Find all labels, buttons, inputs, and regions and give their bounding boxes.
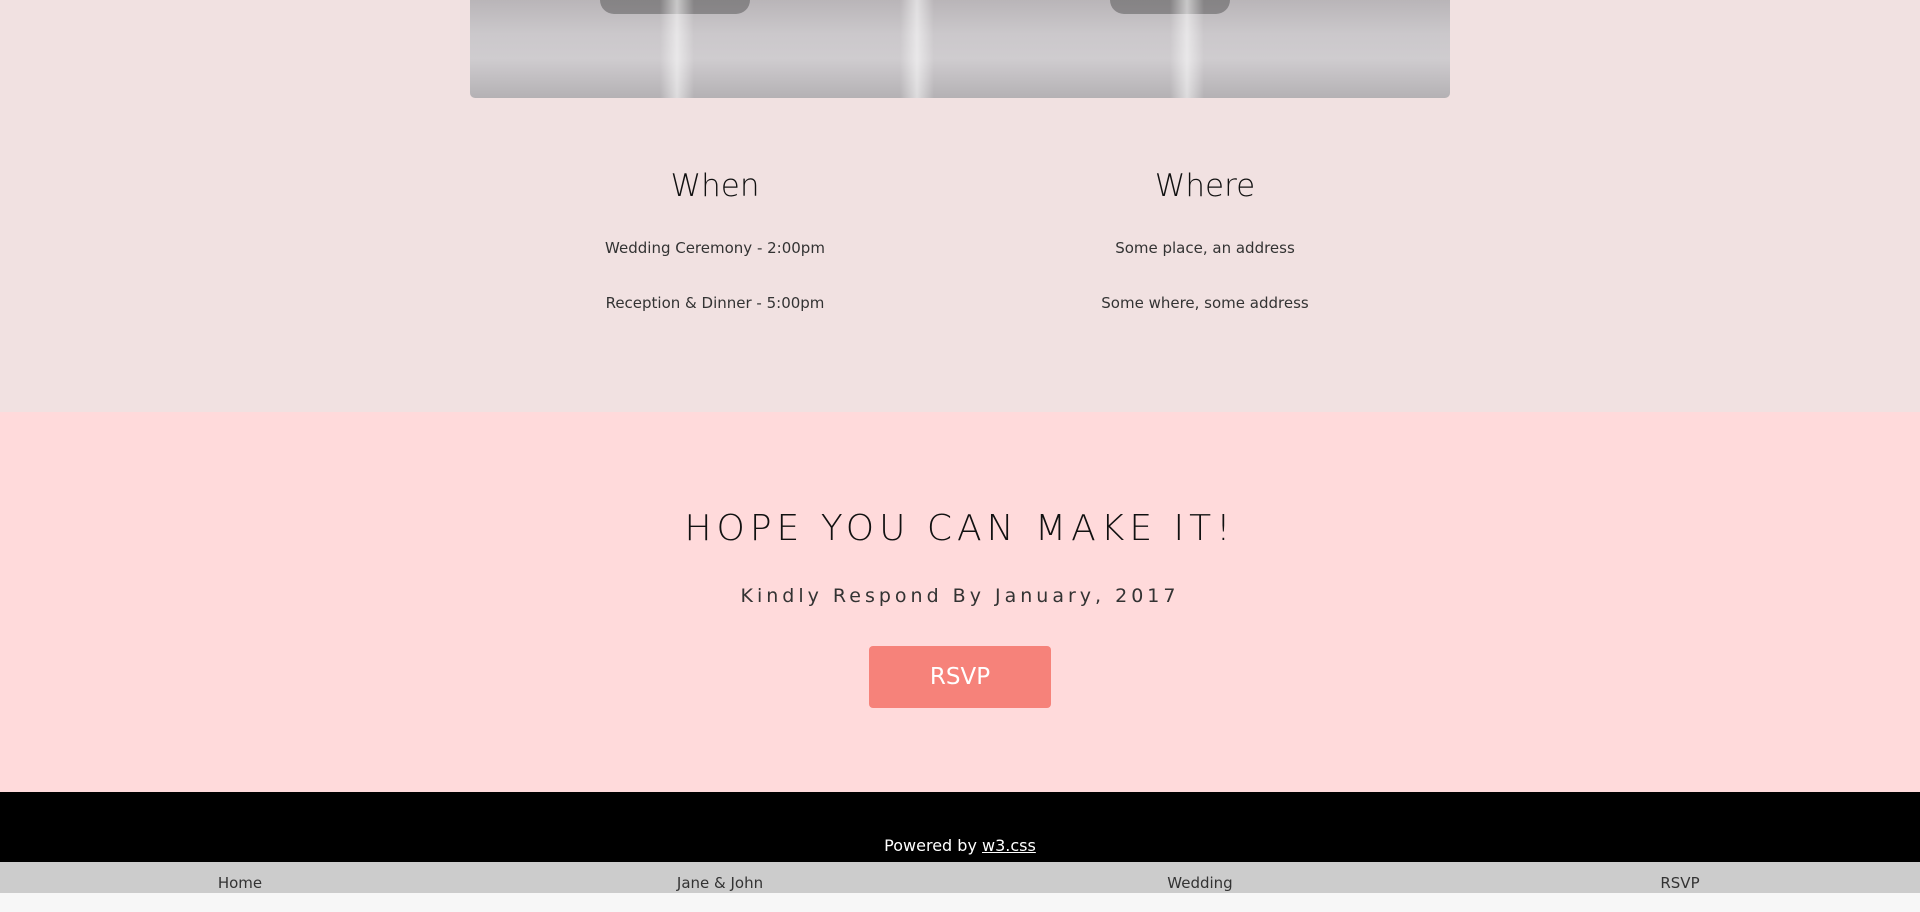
rsvp-section: HOPE YOU CAN MAKE IT! Kindly Respond By … (0, 412, 1920, 792)
ceremony-time: Wedding Ceremony - 2:00pm (605, 239, 825, 257)
ceremony-address: Some place, an address (1115, 239, 1295, 257)
rsvp-heading: HOPE YOU CAN MAKE IT! (684, 508, 1236, 549)
footer: Powered by w3.css (0, 792, 1920, 862)
powered-by-label: Powered by (884, 836, 977, 855)
w3css-link[interactable]: w3.css (982, 836, 1036, 855)
details-section: When Wedding Ceremony - 2:00pm Reception… (0, 0, 1920, 412)
wedding-hero-image (470, 0, 1450, 98)
nav-home[interactable]: Home (0, 862, 480, 893)
where-column: Where Some place, an address Some where,… (960, 160, 1450, 313)
floor-reflection (660, 0, 694, 98)
powered-by: Powered by w3.css (0, 836, 1920, 855)
nav-wedding[interactable]: Wedding (960, 862, 1440, 893)
page-bottom-strip (0, 893, 1920, 912)
when-heading: When (670, 168, 760, 204)
reception-time: Reception & Dinner - 5:00pm (605, 294, 825, 312)
reception-address: Some where, some address (1101, 294, 1309, 312)
when-column: When Wedding Ceremony - 2:00pm Reception… (470, 160, 960, 313)
rsvp-button[interactable]: RSVP (869, 646, 1051, 708)
floor-reflection (1170, 0, 1204, 98)
floor-reflection (900, 0, 934, 98)
bottom-navbar: Home Jane & John Wedding RSVP (0, 862, 1920, 893)
respond-by-text: Kindly Respond By January, 2017 (740, 585, 1180, 607)
nav-rsvp[interactable]: RSVP (1440, 862, 1920, 893)
nav-jane-john[interactable]: Jane & John (480, 862, 960, 893)
where-heading: Where (1154, 168, 1256, 204)
